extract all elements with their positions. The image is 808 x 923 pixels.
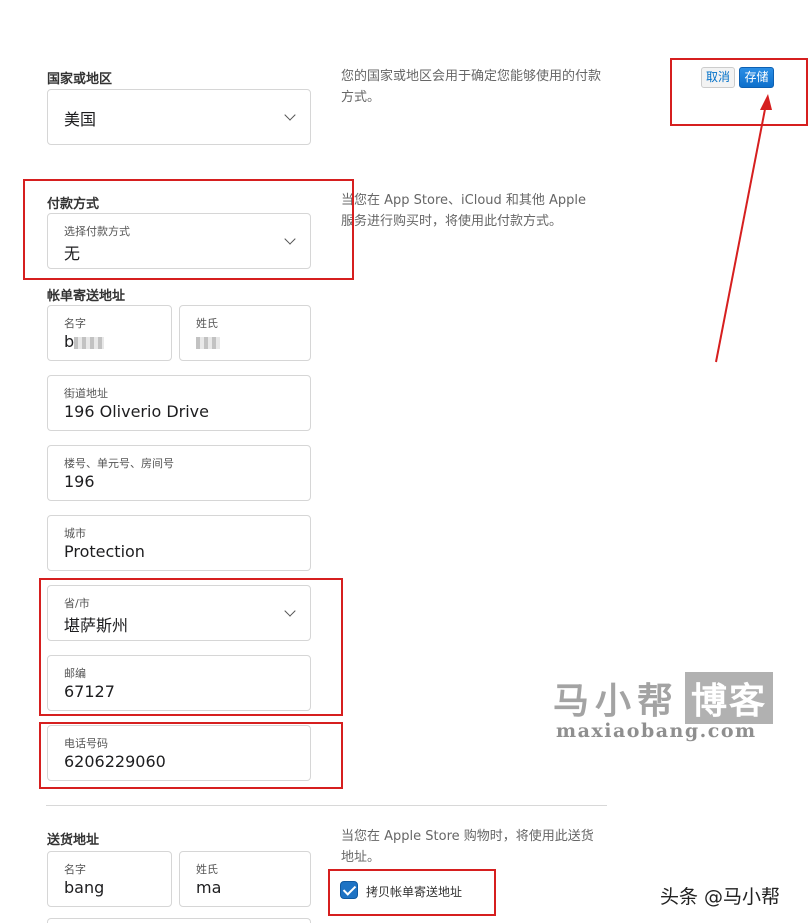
watermark-brand-tag: 博客 [685, 672, 774, 724]
apple-id-payment-page: 国家或地区 美国 您的国家或地区会用于确定您能够使用的付款方式。 取消 存储 付… [0, 0, 808, 923]
watermark-url: maxiaobang.com [556, 720, 757, 742]
annotation-arrow-icon [715, 94, 772, 363]
watermark-logo: 马小帮 博客 [553, 672, 774, 724]
watermark-brand: 马小帮 [553, 680, 680, 722]
watermark-credit: 头条 @马小帮 [660, 886, 781, 908]
